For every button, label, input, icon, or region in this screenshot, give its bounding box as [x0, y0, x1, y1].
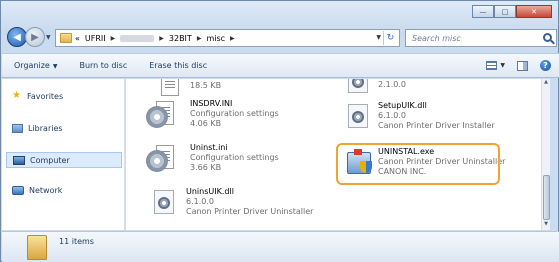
folder-icon [27, 235, 47, 260]
command-bar: Organize ▼ Burn to disc Erase this disc ▼… [2, 53, 559, 78]
file-version: 6.1.0.0 [186, 197, 214, 206]
close-button[interactable]: ✕ [516, 5, 552, 18]
caption-buttons: — □ ✕ [472, 5, 552, 18]
file-version: 6.1.0.0 [378, 111, 406, 120]
breadcrumb-separator-icon[interactable]: ▶ [197, 35, 202, 42]
file-description: Canon Printer Driver Uninstaller [186, 207, 314, 216]
minimize-icon: — [479, 7, 487, 16]
back-button[interactable]: ◀ [7, 27, 27, 47]
navigation-row: ◀ ▶ ▼ « UFRII ▶ ▶ 32BIT ▶ misc ▶ ▼ ↻ Sea… [7, 27, 557, 49]
item-count: 11 items [59, 237, 94, 246]
breadcrumb-overflow[interactable]: « [75, 34, 80, 43]
nav-item-network[interactable]: Network [12, 186, 62, 195]
search-placeholder: Search misc [412, 33, 461, 43]
file-name: INSDRV.INI [190, 99, 233, 108]
close-icon: ✕ [531, 7, 537, 16]
file-version: 2.1.0.0 [378, 80, 406, 89]
nav-item-favorites[interactable]: ★ Favorites [12, 91, 63, 101]
scroll-up-icon[interactable]: ▲ [542, 79, 550, 88]
address-bar[interactable]: « UFRII ▶ ▶ 32BIT ▶ misc ▶ ▼ ↻ [55, 29, 400, 47]
refresh-icon[interactable]: ↻ [383, 31, 397, 45]
file-description: Canon Printer Driver Installer [378, 121, 495, 130]
back-arrow-icon: ◀ [13, 31, 21, 43]
dll-icon [344, 79, 372, 95]
file-type: Configuration settings [190, 153, 279, 162]
ini-settings-icon [146, 100, 174, 128]
search-input[interactable]: Search misc [405, 29, 557, 47]
network-icon [12, 186, 24, 195]
breadcrumb-redacted[interactable] [120, 34, 155, 42]
file-tile-setupuik-dll[interactable]: SetupUIK.dll 6.1.0.0 Canon Printer Drive… [344, 100, 524, 136]
file-type: Configuration settings [190, 109, 279, 118]
recent-pages-dropdown[interactable]: ▼ [46, 34, 51, 41]
file-name: UninsUIK.dll [186, 187, 234, 196]
file-tile[interactable]: 2.1.0.0 [344, 79, 524, 101]
preview-pane-icon[interactable] [517, 60, 528, 71]
explorer-window: — □ ✕ ◀ ▶ ▼ « UFRII ▶ ▶ 32BIT ▶ misc ▶ ▼… [0, 0, 559, 262]
maximize-button[interactable]: □ [494, 5, 516, 18]
organize-label: Organize [14, 61, 50, 70]
file-tile-insdrv-ini[interactable]: INSDRV.INI Configuration settings 4.06 K… [146, 98, 326, 134]
scroll-down-icon[interactable]: ▼ [542, 221, 550, 230]
minimize-button[interactable]: — [472, 5, 494, 18]
burn-to-disc-button[interactable]: Burn to disc [79, 61, 127, 70]
view-dropdown-icon[interactable]: ▼ [500, 62, 505, 69]
nav-item-label: Network [29, 186, 63, 195]
dll-icon [344, 102, 372, 130]
vertical-scrollbar[interactable]: ▲ ▼ [541, 79, 550, 230]
dll-icon [150, 188, 178, 216]
file-size: 4.06 KB [190, 119, 222, 128]
breadcrumb-separator-icon[interactable]: ▶ [230, 35, 235, 42]
nav-item-computer[interactable]: Computer [6, 152, 122, 168]
file-name: SetupUIK.dll [378, 101, 427, 110]
breadcrumb-misc[interactable]: misc [206, 34, 225, 43]
toolbar-right: ▼ ? [486, 60, 551, 71]
organize-menu[interactable]: Organize ▼ [14, 61, 57, 70]
address-dropdown-icon[interactable]: ▼ [376, 34, 381, 41]
scroll-thumb[interactable] [543, 175, 550, 220]
navigation-pane: ★ Favorites Libraries Computer Network [2, 79, 125, 230]
file-size: 3.66 KB [190, 163, 222, 172]
breadcrumb-separator-icon[interactable]: ▶ [159, 35, 164, 42]
file-tile-uninsuik-dll[interactable]: UninsUIK.dll 6.1.0.0 Canon Printer Drive… [150, 186, 330, 222]
nav-item-label: Computer [30, 155, 70, 165]
change-view-icon[interactable] [486, 61, 498, 70]
breadcrumb-32bit[interactable]: 32BIT [169, 34, 192, 43]
search-icon[interactable] [543, 33, 552, 42]
file-tile-uninst-ini[interactable]: Uninst.ini Configuration settings 3.66 K… [146, 142, 326, 178]
nav-item-label: Favorites [27, 91, 64, 101]
document-icon [156, 79, 184, 99]
breadcrumb-separator-icon[interactable]: ▶ [111, 35, 116, 42]
breadcrumb-ufrii[interactable]: UFRII [85, 34, 106, 43]
libraries-icon [12, 124, 23, 133]
nav-item-label: Libraries [28, 124, 63, 133]
nav-item-libraries[interactable]: Libraries [12, 124, 63, 133]
computer-icon [13, 155, 25, 165]
chevron-down-icon: ▼ [52, 63, 58, 70]
forward-arrow-icon: ▶ [31, 31, 39, 43]
ini-settings-icon [146, 144, 174, 172]
highlight-frame [336, 143, 500, 185]
file-size: 18.5 KB [190, 81, 222, 90]
file-list: 18.5 KB 2.1.0.0 INSDRV.INI Configuration… [126, 79, 550, 230]
star-icon: ★ [12, 90, 21, 101]
erase-disc-button[interactable]: Erase this disc [149, 61, 207, 70]
file-name: Uninst.ini [190, 143, 228, 152]
forward-button[interactable]: ▶ [25, 27, 45, 47]
help-icon[interactable]: ? [540, 60, 551, 71]
details-pane: 11 items [2, 231, 559, 262]
folder-icon [60, 33, 72, 43]
maximize-icon: □ [501, 7, 509, 16]
